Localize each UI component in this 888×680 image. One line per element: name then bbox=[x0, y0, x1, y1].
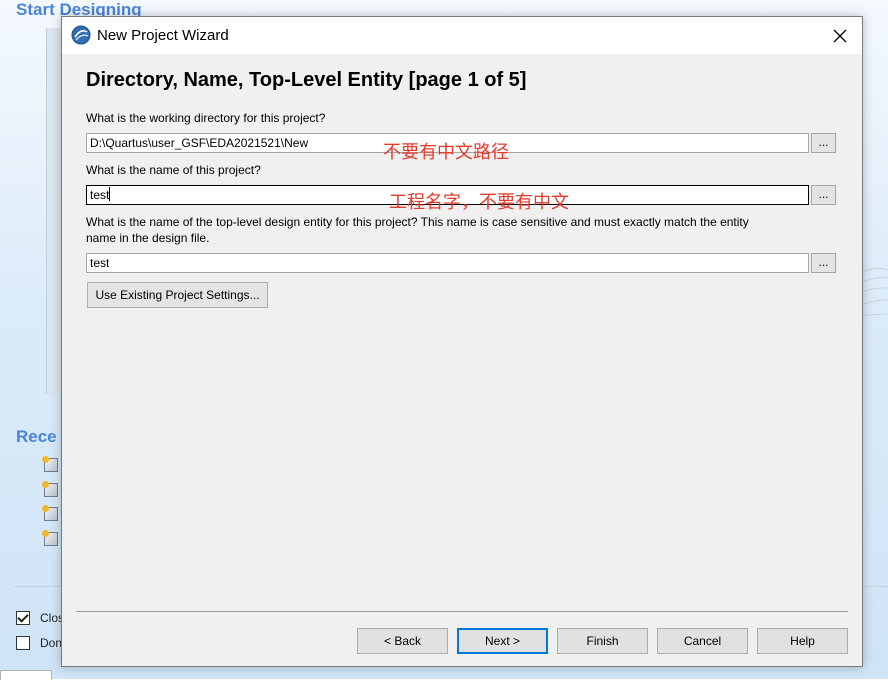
close-page-checkbox[interactable] bbox=[16, 611, 30, 625]
footer-separator bbox=[76, 611, 848, 612]
top-level-entity-value: test bbox=[90, 256, 110, 270]
top-level-entity-input[interactable]: test bbox=[86, 253, 809, 273]
dont-show-checkbox-label: Don bbox=[40, 636, 63, 650]
cancel-button[interactable]: Cancel bbox=[657, 628, 748, 654]
dialog-title: New Project Wizard bbox=[97, 27, 229, 44]
recent-projects-heading: Rece bbox=[16, 427, 57, 446]
title-bar[interactable]: New Project Wizard bbox=[62, 17, 862, 54]
text-caret bbox=[109, 187, 111, 201]
recent-project-icon[interactable] bbox=[42, 505, 58, 521]
working-directory-value: D:\Quartus\user_GSF\EDA2021521\New bbox=[90, 136, 309, 150]
help-button[interactable]: Help bbox=[757, 628, 848, 654]
page-heading: Directory, Name, Top-Level Entity [page … bbox=[86, 69, 527, 91]
top-level-entity-prompt: What is the name of the top-level design… bbox=[86, 215, 749, 229]
recent-project-icon[interactable] bbox=[42, 530, 58, 546]
project-name-value: test bbox=[90, 188, 110, 202]
use-existing-settings-button[interactable]: Use Existing Project Settings... bbox=[87, 282, 268, 308]
top-level-entity-prompt-continued: name in the design file. bbox=[86, 231, 210, 245]
project-name-annotation: 工程名字，不要有中文 bbox=[389, 192, 569, 212]
new-project-wizard-dialog: New Project Wizard Directory, Name, Top-… bbox=[61, 16, 863, 667]
close-icon bbox=[833, 29, 847, 42]
browse-project-name-button[interactable]: ... bbox=[811, 185, 836, 205]
project-name-prompt: What is the name of this project? bbox=[86, 163, 261, 177]
working-directory-prompt: What is the working directory for this p… bbox=[86, 111, 326, 125]
next-button[interactable]: Next > bbox=[457, 628, 548, 654]
background-graphic bbox=[862, 267, 888, 317]
back-button[interactable]: < Back bbox=[357, 628, 448, 654]
finish-button[interactable]: Finish bbox=[557, 628, 648, 654]
dont-show-checkbox[interactable] bbox=[16, 636, 30, 650]
quartus-app-icon bbox=[71, 25, 91, 45]
browse-directory-button[interactable]: ... bbox=[811, 133, 836, 153]
browse-entity-button[interactable]: ... bbox=[811, 253, 836, 273]
recent-project-icon[interactable] bbox=[42, 481, 58, 497]
close-button[interactable] bbox=[818, 17, 862, 54]
directory-annotation: 不要有中文路径 bbox=[383, 142, 509, 162]
recent-project-icon[interactable] bbox=[42, 456, 58, 472]
